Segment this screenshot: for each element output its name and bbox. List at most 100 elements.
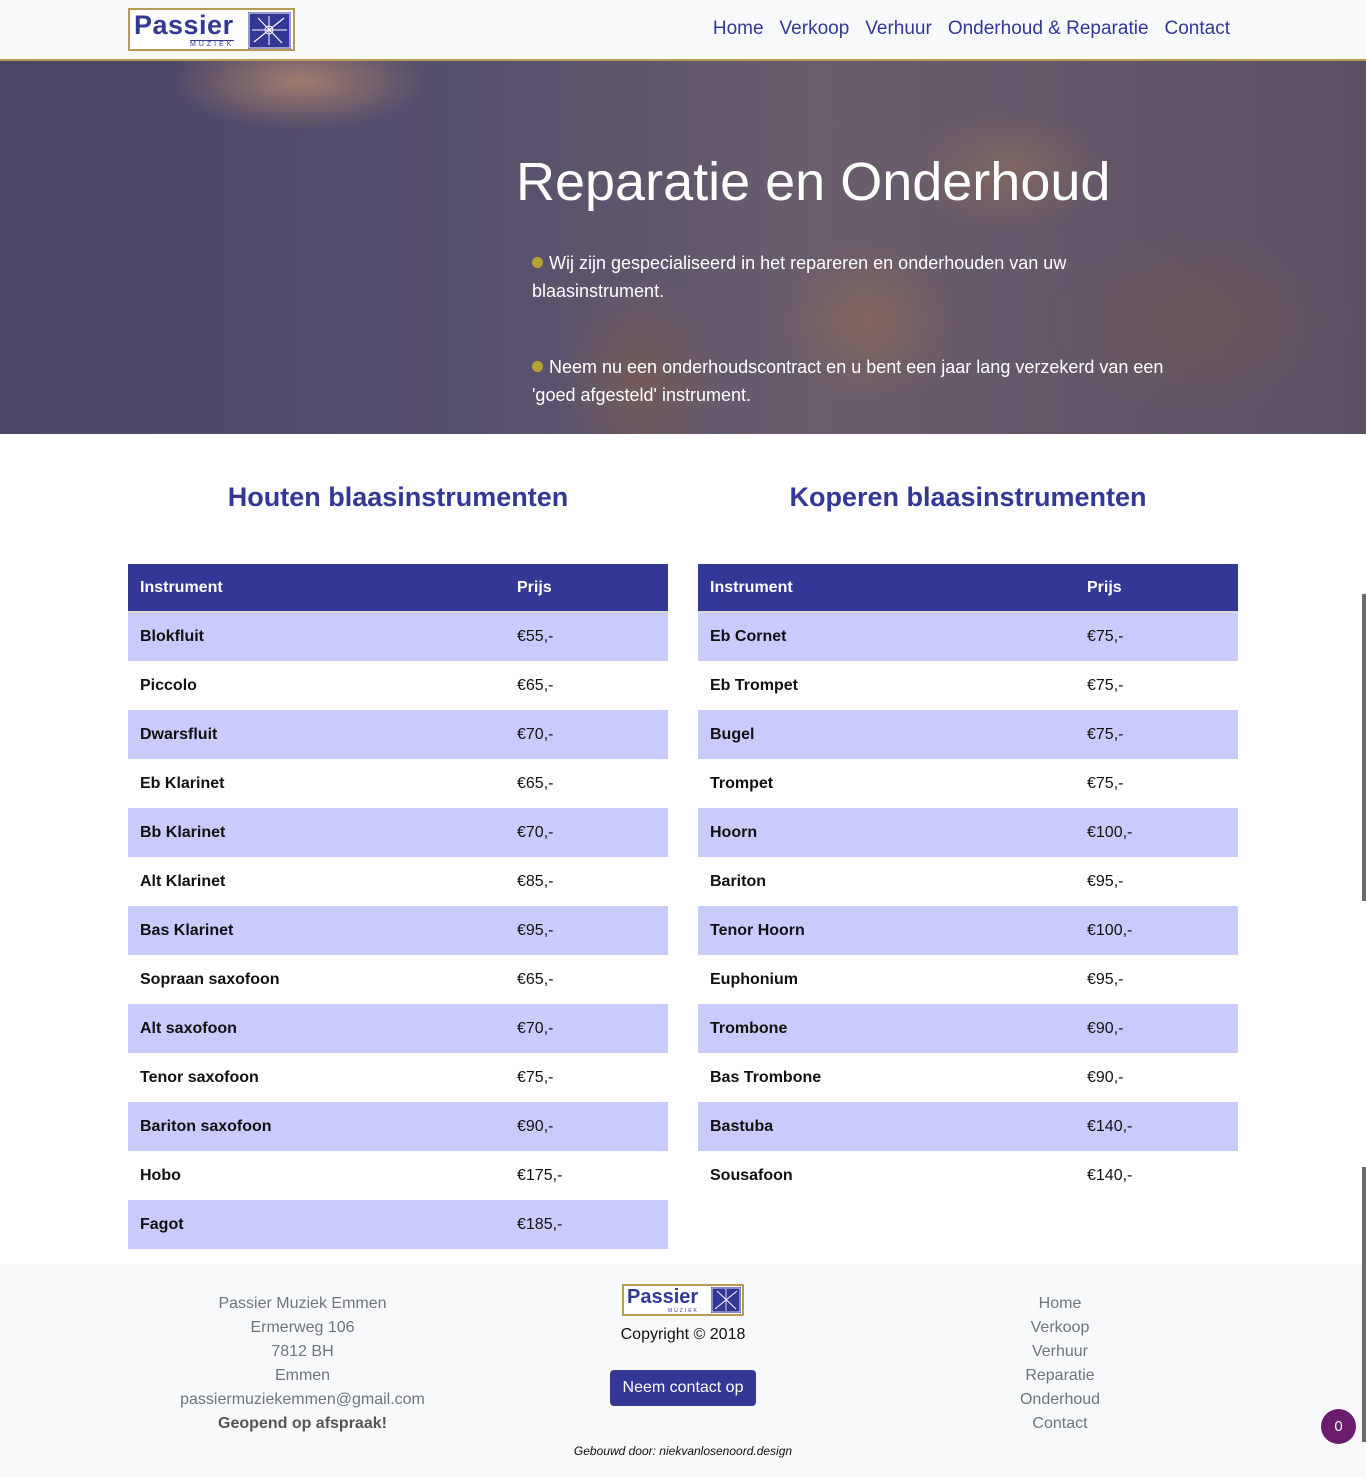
instrument-cell: Bas Klarinet — [128, 906, 505, 955]
email-address[interactable]: passiermuziekemmen@gmail.com — [150, 1388, 455, 1412]
nav-onderhoud-reparatie[interactable]: Onderhoud & Reparatie — [948, 18, 1149, 40]
table-row: Trombone €90,- — [698, 1004, 1238, 1053]
price-cell: €100,- — [1075, 906, 1238, 955]
price-cell: €70,- — [505, 1004, 668, 1053]
footer: Passier Muziek Emmen Ermerweg 106 7812 B… — [0, 1264, 1366, 1477]
price-cell: €65,- — [505, 661, 668, 710]
price-cell: €55,- — [505, 612, 668, 661]
instrument-cell: Euphonium — [698, 955, 1075, 1004]
footer-link-contact[interactable]: Contact — [960, 1412, 1160, 1436]
instrument-cell: Trombone — [698, 1004, 1075, 1053]
table-row: Bastuba €140,- — [698, 1102, 1238, 1151]
hero-title: Reparatie en Onderhoud — [516, 152, 1111, 212]
price-cell: €95,- — [1075, 857, 1238, 906]
instrument-cell: Bugel — [698, 710, 1075, 759]
table-row: Piccolo €65,- — [128, 661, 668, 710]
table-row: Alt Klarinet €85,- — [128, 857, 668, 906]
footer-link-reparatie[interactable]: Reparatie — [960, 1364, 1160, 1388]
instrument-cell: Sousafoon — [698, 1151, 1075, 1200]
price-cell: €175,- — [505, 1151, 668, 1200]
table-row: Euphonium €95,- — [698, 955, 1238, 1004]
price-cell: €95,- — [505, 906, 668, 955]
price-table-koperen: Instrument Prijs Eb Cornet €75,- Eb Trompe… — [698, 564, 1238, 1200]
address-line: 7812 BH — [271, 1343, 334, 1360]
price-cell: €95,- — [1075, 955, 1238, 1004]
price-cell: €70,- — [505, 808, 668, 857]
footer-brand-sub: MUZIEK — [668, 1308, 699, 1314]
table-row: Alt saxofoon €70,- — [128, 1004, 668, 1053]
instrument-cell: Bariton — [698, 857, 1075, 906]
price-cell: €100,- — [1075, 808, 1238, 857]
table-row: Bas Klarinet €95,- — [128, 906, 668, 955]
price-cell: €85,- — [505, 857, 668, 906]
instrument-cell: Bb Klarinet — [128, 808, 505, 857]
footer-brand-name: Passier — [627, 1286, 699, 1308]
price-cell: €75,- — [1075, 661, 1238, 710]
instrument-cell: Tenor saxofoon — [128, 1053, 505, 1102]
instrument-cell: Tenor Hoorn — [698, 906, 1075, 955]
instrument-cell: Bastuba — [698, 1102, 1075, 1151]
instrument-cell: Piccolo — [128, 661, 505, 710]
footer-center: Passier MUZIEK Copyright © 2018 Neem con… — [533, 1284, 833, 1406]
instrument-cell: Bariton saxofoon — [128, 1102, 505, 1151]
main-nav: Home Verkoop Verhuur Onderhoud & Reparat… — [713, 18, 1230, 40]
instrument-cell: Bas Trombone — [698, 1053, 1075, 1102]
price-cell: €75,- — [1075, 710, 1238, 759]
address-line: Ermerweg 106 — [250, 1319, 355, 1336]
scrollbar-thumb[interactable] — [1362, 594, 1366, 901]
table-row: Bb Klarinet €70,- — [128, 808, 668, 857]
bullet-dot-icon — [532, 257, 543, 268]
navbar: Passier MUZIEK Home Verkoop Verhuur Onde… — [0, 0, 1366, 61]
nav-verkoop[interactable]: Verkoop — [780, 18, 850, 40]
bullet-dot-icon — [532, 361, 543, 372]
table-header-row: Instrument Prijs — [128, 564, 668, 613]
footer-link-verhuur[interactable]: Verhuur — [960, 1340, 1160, 1364]
footer-nav: Home Verkoop Verhuur Reparatie Onderhoud… — [960, 1292, 1160, 1436]
heading-koperen: Koperen blaasinstrumenten — [789, 482, 1147, 512]
instrument-cell: Fagot — [128, 1200, 505, 1249]
footer-link-home[interactable]: Home — [960, 1292, 1160, 1316]
hero-banner: Reparatie en Onderhoud Wij zijn gespecia… — [0, 61, 1366, 434]
col-price-header: Prijs — [505, 564, 668, 613]
instrument-cell: Sopraan saxofoon — [128, 955, 505, 1004]
contact-button[interactable]: Neem contact op — [609, 1370, 757, 1406]
hero-bullet-text: Wij zijn gespecialiseerd in het reparere… — [532, 253, 1067, 301]
table-row: Eb Klarinet €65,- — [128, 759, 668, 808]
price-table-houten: Instrument Prijs Blokfluit €55,- Piccolo €6… — [128, 564, 668, 1249]
brand-logo[interactable]: Passier MUZIEK — [128, 8, 295, 51]
table-header-row: Instrument Prijs — [698, 564, 1238, 613]
scrollbar-thumb[interactable] — [1362, 1167, 1366, 1442]
footer-link-verkoop[interactable]: Verkoop — [960, 1316, 1160, 1340]
hero-bullet: Wij zijn gespecialiseerd in het reparere… — [532, 249, 1192, 305]
opening-hours: Geopend op afspraak! — [218, 1415, 387, 1432]
table-row: Bas Trombone €90,- — [698, 1053, 1238, 1102]
price-cell: €140,- — [1075, 1102, 1238, 1151]
table-row: Tenor Hoorn €100,- — [698, 906, 1238, 955]
cart-count-badge[interactable]: 0 — [1321, 1409, 1356, 1444]
price-cell: €90,- — [1075, 1004, 1238, 1053]
address-line: Passier Muziek Emmen — [218, 1295, 387, 1312]
hero-bullet-text: Neem nu een onderhoudscontract en u bent… — [532, 357, 1164, 405]
instrument-cell: Dwarsfluit — [128, 710, 505, 759]
footer-logo: Passier MUZIEK — [622, 1284, 744, 1316]
table-row: Hobo €175,- — [128, 1151, 668, 1200]
logo-mark-icon — [248, 12, 291, 49]
price-cell: €90,- — [1075, 1053, 1238, 1102]
price-cell: €65,- — [505, 759, 668, 808]
nav-contact[interactable]: Contact — [1165, 18, 1230, 40]
price-cell: €75,- — [505, 1053, 668, 1102]
col-instrument-header: Instrument — [698, 564, 1075, 613]
footer-link-onderhoud[interactable]: Onderhoud — [960, 1388, 1160, 1412]
instrument-cell: Eb Cornet — [698, 612, 1075, 661]
table-row: Bariton €95,- — [698, 857, 1238, 906]
address-line: Emmen — [274, 1367, 331, 1384]
table-row: Tenor saxofoon €75,- — [128, 1053, 668, 1102]
table-row: Trompet €75,- — [698, 759, 1238, 808]
price-cell: €185,- — [505, 1200, 668, 1249]
price-cell: €75,- — [1075, 612, 1238, 661]
nav-home[interactable]: Home — [713, 18, 764, 40]
brand-name: Passier — [134, 10, 234, 40]
nav-verhuur[interactable]: Verhuur — [865, 18, 932, 40]
instrument-cell: Blokfluit — [128, 612, 505, 661]
instrument-cell: Eb Trompet — [698, 661, 1075, 710]
